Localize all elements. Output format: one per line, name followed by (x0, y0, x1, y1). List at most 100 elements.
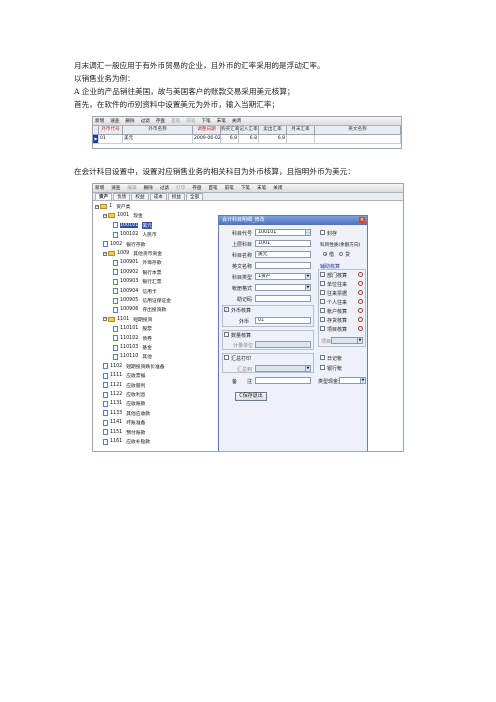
column-header[interactable]: 卖出汇率 (259, 126, 287, 135)
tab-3[interactable]: 成本 (149, 193, 167, 200)
toolbar-button[interactable]: 新增 (95, 185, 104, 191)
project-select[interactable]: ▼ (331, 337, 363, 344)
remark-field[interactable] (255, 377, 311, 384)
lookup-icon[interactable]: … (305, 230, 310, 235)
search-icon[interactable] (358, 299, 363, 304)
tree-item[interactable]: 1131 应收账款 (103, 400, 145, 407)
aux-checkbox[interactable] (320, 281, 325, 286)
foreign-checkbox[interactable]: ✓ (224, 307, 229, 312)
toolbar-button[interactable]: 首笔 (171, 118, 180, 124)
toolbar-button[interactable]: 新增 (95, 118, 104, 124)
toolbar-button[interactable]: 删除 (144, 185, 153, 191)
toolbar-button[interactable]: 下笔 (201, 118, 210, 124)
search-icon[interactable] (358, 308, 363, 313)
category-select[interactable]: 1资产 ▼ (255, 273, 311, 280)
toolbar-button[interactable]: 前笔 (186, 118, 195, 124)
tree-item[interactable]: 100903 银行汇票 (113, 278, 162, 285)
toolbar-button[interactable]: 下笔 (241, 185, 250, 191)
english-name-cell[interactable] (315, 135, 401, 144)
bank-checkbox[interactable] (320, 365, 325, 370)
summary-checkbox[interactable] (224, 355, 229, 360)
toolbar-button[interactable]: 末笔 (257, 185, 266, 191)
tree-item[interactable]: 110110 其他 (113, 353, 152, 360)
chevron-down-icon[interactable]: ▼ (305, 366, 310, 371)
tree-item[interactable]: 1133 其他应收款 (103, 410, 150, 417)
search-icon[interactable] (358, 290, 363, 295)
journal-checkbox[interactable] (320, 355, 325, 360)
tree-item[interactable]: 100904 信用卡 (113, 288, 157, 295)
close-icon[interactable]: × (359, 217, 365, 223)
toolbar-button[interactable]: 过滤 (141, 118, 150, 124)
toolbar-button[interactable]: 存盘 (156, 118, 165, 124)
toolbar-button[interactable]: 打印 (176, 185, 185, 191)
column-header[interactable]: 调整日期 (193, 126, 221, 135)
tree-item[interactable]: 1111 应收票据 (103, 372, 145, 379)
collapse-icon[interactable]: − (103, 317, 107, 322)
tree-item[interactable]: 1102 短期投资跌价准备 (103, 363, 165, 370)
chevron-down-icon[interactable]: ▼ (305, 285, 310, 290)
toolbar-button[interactable]: 前笔 (225, 185, 234, 191)
toolbar-button[interactable]: 关闭 (273, 185, 282, 191)
collapse-icon[interactable]: − (103, 213, 107, 218)
name-field[interactable]: 美元 (255, 251, 311, 258)
search-icon[interactable] (358, 326, 363, 331)
mnemonic-field[interactable] (255, 295, 311, 302)
tree-item[interactable]: 1161 应收补贴款 (103, 438, 150, 445)
tree-item[interactable]: 100902 银行本票 (113, 269, 162, 276)
column-header[interactable]: 外币代号 (99, 126, 123, 135)
tab-2[interactable]: 权益 (131, 193, 149, 200)
aux-checkbox[interactable] (320, 272, 325, 277)
toolbar-button[interactable]: 首笔 (208, 185, 217, 191)
aux-checkbox[interactable] (320, 299, 325, 304)
currency-name-cell[interactable]: 美元 (123, 135, 193, 144)
month-end-rate-cell[interactable] (287, 135, 315, 144)
buy-rate-cell[interactable]: 6.8 (221, 135, 239, 144)
summary-to-select[interactable]: ▼ (255, 365, 311, 372)
currency-code-cell[interactable]: 01 (99, 135, 123, 144)
toolbar-button[interactable]: 速查 (111, 185, 120, 191)
unit-field[interactable] (255, 341, 311, 348)
toolbar-button[interactable]: 过滤 (160, 185, 169, 191)
aux-checkbox[interactable] (320, 308, 325, 313)
tree-item[interactable]: 110101 股票 (113, 325, 152, 332)
tab-1[interactable]: 负债 (113, 193, 131, 200)
tree-item[interactable]: − 1 资产类 (95, 203, 130, 210)
column-header[interactable]: 外币名称 (123, 126, 193, 135)
save-exit-button[interactable]: C保存退出 (235, 392, 267, 401)
currency-field[interactable]: 01 (255, 317, 311, 324)
tab-5[interactable]: 全部 (186, 193, 204, 200)
column-header[interactable]: 英文名称 (315, 126, 401, 135)
aux-checkbox[interactable] (320, 326, 325, 331)
tree-item[interactable]: 1002 银行存款 (103, 241, 145, 248)
tree-item[interactable]: 1122 应收利息 (103, 391, 145, 398)
table-row[interactable]: ▶ 01 美元 2009-06-02 6.8 6.8 6.8 (93, 135, 401, 144)
debit-radio[interactable] (323, 252, 327, 256)
cashflow-select[interactable]: ▼ (339, 377, 366, 384)
chevron-down-icon[interactable]: ▼ (357, 338, 362, 343)
tree-item[interactable]: 100906 存出投资款 (113, 306, 166, 313)
tree-item[interactable]: 1121 应收股利 (103, 382, 145, 389)
aux-checkbox[interactable] (320, 317, 325, 322)
column-header[interactable]: 月末汇率 (287, 126, 315, 135)
toolbar-button[interactable]: 存盘 (192, 185, 201, 191)
collapse-icon[interactable]: − (95, 204, 99, 209)
chevron-down-icon[interactable]: ▼ (360, 378, 365, 383)
search-icon[interactable] (358, 281, 363, 286)
tree-item[interactable]: 100901 外埠存款 (113, 259, 162, 266)
sell-rate-cell[interactable]: 6.8 (259, 135, 287, 144)
column-header[interactable]: 购买汇率 (221, 126, 239, 135)
tree-item[interactable]: 1141 坏账准备 (103, 419, 145, 426)
book-rate-cell[interactable]: 6.8 (239, 135, 259, 144)
toolbar-button[interactable]: 编辑 (127, 185, 136, 191)
toolbar-button[interactable]: 删除 (125, 118, 134, 124)
column-header[interactable]: 记入汇率 (239, 126, 259, 135)
english-field[interactable] (255, 262, 311, 269)
tree-item[interactable]: 100101 美元 (113, 221, 152, 229)
tree-item[interactable]: − 1009 其他货币资金 (103, 250, 162, 257)
credit-radio[interactable] (339, 252, 343, 256)
tree-item[interactable]: − 1101 短期投资 (103, 316, 152, 323)
search-icon[interactable] (358, 272, 363, 277)
tree-item[interactable]: 110103 基金 (113, 344, 152, 351)
toolbar-button[interactable]: 末笔 (217, 118, 226, 124)
tree-item[interactable]: − 1001 现金 (103, 212, 143, 219)
